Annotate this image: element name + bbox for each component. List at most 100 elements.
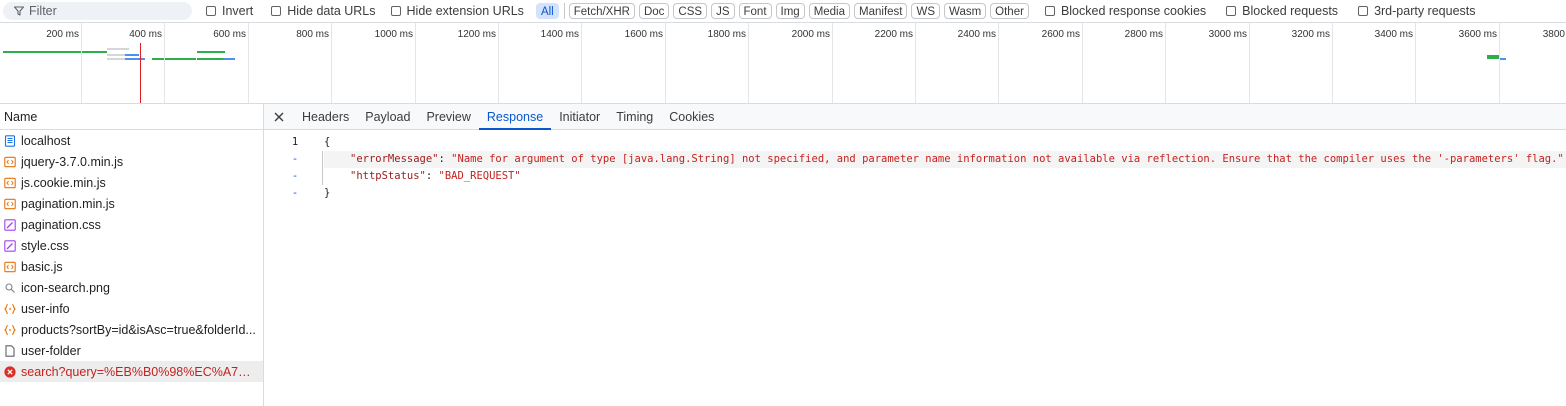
timeline-tick-label: 3800 (1542, 29, 1565, 40)
script-icon (4, 198, 16, 210)
close-detail-button[interactable] (264, 104, 294, 129)
timeline-tick-label: 3200 ms (1291, 29, 1330, 40)
waterfall-bar (152, 58, 196, 60)
checkbox-box[interactable] (390, 5, 401, 16)
timeline-gridline (915, 23, 916, 103)
request-list-panel: Name localhost jquery-3.7.0.min.js js.cook… (0, 104, 264, 406)
json-string: "Name for argument of type [java.lang.St… (451, 153, 1564, 165)
checkbox-box[interactable] (1358, 5, 1369, 16)
timeline-tick-label: 3000 ms (1208, 29, 1247, 40)
checkbox-label: 3rd-party requests (1374, 3, 1476, 18)
script-icon (4, 261, 16, 273)
third-party-requests-checkbox[interactable]: 3rd-party requests (1358, 3, 1476, 18)
close-brace: } (324, 187, 331, 199)
tab-timing[interactable]: Timing (608, 104, 661, 129)
timeline-gridline (498, 23, 499, 103)
chip-media[interactable]: Media (808, 2, 851, 19)
request-row[interactable]: user-folder (0, 340, 263, 361)
checkbox-label: Hide extension URLs (406, 3, 524, 18)
timeline-gridline (248, 23, 249, 103)
request-row[interactable]: pagination.min.js (0, 193, 263, 214)
request-name: search?query=%EB%B0%98%EC%A7%80 (21, 364, 259, 379)
json-key: "httpStatus" (350, 170, 426, 182)
chip-font[interactable]: Font (738, 2, 772, 19)
fetch-icon (4, 303, 16, 315)
invert-checkbox[interactable]: Invert (206, 4, 253, 18)
response-body-viewer[interactable]: 1 { - "errorMessage": "Name for argument… (264, 134, 1566, 202)
code-line: - } (264, 185, 1566, 202)
timeline-tick-label: 2600 ms (1041, 29, 1080, 40)
filter-box[interactable] (3, 1, 192, 20)
tab-cookies[interactable]: Cookies (661, 104, 722, 129)
line-number-dash: - (291, 153, 299, 165)
timeline-gridline (1165, 23, 1166, 103)
checkbox-box[interactable] (1226, 5, 1237, 16)
hide-data-urls-checkbox[interactable]: Hide data URLs (271, 4, 376, 18)
chip-divider (563, 2, 565, 19)
timeline-gridline (665, 23, 666, 103)
line-number-dash: - (291, 187, 299, 199)
request-row[interactable]: js.cookie.min.js (0, 172, 263, 193)
load-event-marker (140, 43, 141, 103)
request-name: icon-search.png (21, 280, 110, 295)
blocked-requests-checkbox[interactable]: Blocked requests (1226, 4, 1338, 18)
tab-headers[interactable]: Headers (294, 104, 357, 129)
request-row[interactable]: style.css (0, 235, 263, 256)
checkbox-label: Blocked requests (1242, 3, 1339, 18)
tab-preview[interactable]: Preview (418, 104, 478, 129)
chip-other[interactable]: Other (990, 2, 1029, 19)
name-column-header[interactable]: Name (0, 104, 263, 130)
tab-initiator[interactable]: Initiator (551, 104, 608, 129)
timeline-gridline (1499, 23, 1500, 103)
hide-extension-urls-checkbox[interactable]: Hide extension URLs (390, 3, 524, 18)
open-brace: { (324, 136, 331, 148)
timeline-gridline (1249, 23, 1250, 103)
chip-img[interactable]: Img (775, 2, 805, 19)
request-name: localhost (21, 133, 71, 148)
network-overview-timeline[interactable]: 200 ms 400 ms 600 ms 800 ms 1000 ms 1200 ms 14… (0, 22, 1566, 104)
timeline-gridline (998, 23, 999, 103)
blank-document-icon (4, 344, 16, 357)
timeline-tick-label: 2400 ms (957, 29, 996, 40)
chip-manifest[interactable]: Manifest (854, 2, 908, 19)
blocked-response-cookies-checkbox[interactable]: Blocked response cookies (1044, 3, 1207, 18)
request-row[interactable]: products?sortBy=id&isAsc=true&folderId..… (0, 319, 263, 340)
request-row[interactable]: basic.js (0, 256, 263, 277)
checkbox-box[interactable] (1044, 5, 1055, 16)
chip-ws[interactable]: WS (911, 2, 941, 19)
code-line: - "errorMessage": "Name for argument of … (264, 151, 1566, 168)
request-name: pagination.css (21, 217, 101, 232)
chip-js[interactable]: JS (711, 2, 735, 19)
checkbox-label: Blocked response cookies (1060, 3, 1207, 18)
waterfall-bar (125, 58, 145, 60)
request-row[interactable]: user-info (0, 298, 263, 319)
script-icon (4, 156, 16, 168)
timeline-tick-label: 800 ms (296, 29, 329, 40)
tab-response[interactable]: Response (478, 104, 552, 130)
code-line: 1 { (264, 134, 1566, 151)
checkbox-label: Invert (222, 3, 254, 18)
timeline-tick-label: 1200 ms (457, 29, 496, 40)
checkbox-box[interactable] (271, 5, 282, 16)
line-number-dash: - (291, 170, 299, 182)
timeline-tick-label: 1600 ms (624, 29, 663, 40)
chip-css[interactable]: CSS (673, 2, 708, 19)
request-row[interactable]: search?query=%EB%B0%98%EC%A7%80 (0, 361, 263, 382)
request-row[interactable]: jquery-3.7.0.min.js (0, 151, 263, 172)
waterfall-bar (197, 51, 225, 53)
request-name: js.cookie.min.js (21, 175, 106, 190)
timeline-tick-label: 1400 ms (540, 29, 579, 40)
filter-input[interactable] (29, 3, 179, 18)
chip-doc[interactable]: Doc (638, 2, 670, 19)
request-row[interactable]: pagination.css (0, 214, 263, 235)
request-row[interactable]: localhost (0, 130, 263, 151)
waterfall-bar (107, 58, 125, 60)
chip-wasm[interactable]: Wasm (944, 2, 987, 19)
chip-fetch-xhr[interactable]: Fetch/XHR (568, 2, 635, 19)
request-name: jquery-3.7.0.min.js (21, 154, 124, 169)
checkbox-box[interactable] (206, 5, 216, 16)
request-row[interactable]: icon-search.png (0, 277, 263, 298)
timeline-tick-label: 2200 ms (874, 29, 913, 40)
chip-all[interactable]: All (535, 2, 559, 19)
tab-payload[interactable]: Payload (357, 104, 418, 129)
